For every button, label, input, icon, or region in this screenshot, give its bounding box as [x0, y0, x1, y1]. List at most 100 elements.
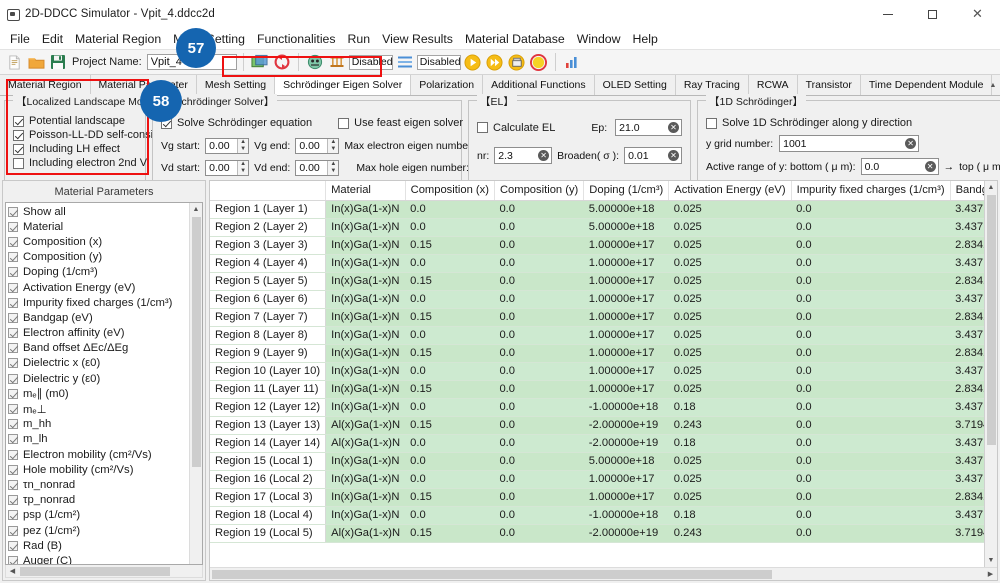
table-row-header[interactable]: Region 9 (Layer 9) — [210, 344, 327, 363]
table-row-header[interactable]: Region 8 (Layer 8) — [210, 326, 327, 345]
table-cell[interactable]: Al(x)Ga(1-x)N — [325, 416, 406, 435]
table-cell[interactable]: 0.025 — [668, 380, 792, 399]
table-column-header[interactable]: Composition (x) — [405, 181, 495, 201]
tab-time-dependent-module[interactable]: Time Dependent Module — [860, 75, 993, 95]
layers-icon[interactable] — [327, 52, 347, 72]
tab-scroll-up-icon[interactable]: ▲ — [988, 77, 998, 93]
table-cell[interactable]: 0.0 — [494, 434, 584, 453]
table-row[interactable]: Region 13 (Layer 13) Al(x)Ga(1-x)N 0.15 0.0… — [210, 416, 984, 435]
table-cell[interactable]: 2.83415 — [950, 488, 984, 507]
table-column-header[interactable]: Material — [325, 181, 406, 201]
table-cell[interactable]: 1.00000e+17 — [583, 254, 669, 273]
material-parameter-item[interactable]: pez (1/cm²) — [8, 523, 189, 538]
table-row-header[interactable]: Region 18 (Local 4) — [210, 506, 327, 525]
tab-mesh-setting[interactable]: Mesh Setting — [196, 75, 276, 95]
material-parameter-item[interactable]: Dielectric y (ε0) — [8, 371, 189, 386]
table-cell[interactable]: 0.0 — [791, 254, 951, 273]
table-cell[interactable]: 0.025 — [668, 326, 792, 345]
run-icon[interactable] — [463, 52, 483, 72]
table-cell[interactable]: 0.0 — [405, 452, 495, 471]
table-cell[interactable]: 0.0 — [791, 308, 951, 327]
table-cell[interactable]: 2.83415 — [950, 380, 984, 399]
table-cell[interactable]: 3.437 — [950, 326, 984, 345]
minimize-button[interactable] — [865, 0, 910, 28]
material-parameters-vertical-scrollbar[interactable]: ▲ — [189, 203, 202, 564]
table-viewport[interactable]: Material Composition (x) Composition (y) Do… — [210, 181, 984, 567]
table-cell[interactable]: In(x)Ga(1-x)N — [325, 200, 406, 219]
table-cell[interactable]: 0.0 — [494, 470, 584, 489]
table-row-header[interactable]: Region 19 (Local 5) — [210, 524, 327, 543]
menu-item-material-region[interactable]: Material Region — [69, 30, 167, 48]
table-row-header[interactable]: Region 13 (Layer 13) — [210, 416, 327, 435]
table-cell[interactable]: 0.0 — [791, 488, 951, 507]
table-cell[interactable]: -1.00000e+18 — [583, 506, 669, 525]
table-cell[interactable]: In(x)Ga(1-x)N — [325, 398, 406, 417]
material-parameter-item[interactable]: Material — [8, 219, 189, 234]
clear-icon[interactable]: ✕ — [668, 122, 679, 133]
table-cell[interactable]: 0.15 — [405, 344, 495, 363]
table-cell[interactable]: 0.0 — [405, 398, 495, 417]
table-cell[interactable]: 1.00000e+17 — [583, 362, 669, 381]
scroll-right-icon[interactable]: ▶ — [984, 568, 997, 581]
menu-item-file[interactable]: File — [4, 30, 36, 48]
table-cell[interactable]: 0.0 — [791, 434, 951, 453]
table-cell[interactable]: 0.0 — [791, 218, 951, 237]
table-cell[interactable]: 1.00000e+17 — [583, 326, 669, 345]
table-cell[interactable]: 2.83415 — [950, 308, 984, 327]
table-cell[interactable]: 3.437 — [950, 434, 984, 453]
table-row[interactable]: Region 11 (Layer 11) In(x)Ga(1-x)N 0.15 0.0… — [210, 380, 984, 399]
material-parameter-item[interactable]: psp (1/cm²) — [8, 508, 189, 523]
table-cell[interactable]: 0.0 — [791, 380, 951, 399]
table-cell[interactable]: 0.15 — [405, 308, 495, 327]
table-cell[interactable]: 2.83415 — [950, 344, 984, 363]
material-parameter-item[interactable]: Dielectric x (ε0) — [8, 356, 189, 371]
table-row-header[interactable]: Region 11 (Layer 11) — [210, 380, 327, 399]
table-cell[interactable]: In(x)Ga(1-x)N — [325, 290, 406, 309]
checkbox-solve-schrodinger[interactable]: Solve Schrödinger equation — [161, 117, 312, 129]
clear-icon[interactable]: ✕ — [905, 138, 917, 149]
table-row[interactable]: Region 4 (Layer 4) In(x)Ga(1-x)N 0.0 0.0 1.0… — [210, 254, 984, 273]
table-cell[interactable]: 0.0 — [494, 344, 584, 363]
checkbox-use-feast-eigen-solver[interactable]: Use feast eigen solver — [338, 117, 463, 129]
table-cell[interactable]: 0.0 — [791, 524, 951, 543]
table-cell[interactable]: 0.0 — [405, 434, 495, 453]
broaden-field[interactable]: 0.01 ✕ — [624, 147, 682, 164]
table-cell[interactable]: 0.025 — [668, 344, 792, 363]
material-parameter-item[interactable]: Rad (B) — [8, 538, 189, 553]
table-cell[interactable]: 1.00000e+17 — [583, 236, 669, 255]
material-parameter-item[interactable]: Composition (x) — [8, 234, 189, 249]
table-cell[interactable]: 0.0 — [494, 524, 584, 543]
table-cell[interactable]: 1.00000e+17 — [583, 272, 669, 291]
save-disk-icon[interactable] — [48, 52, 68, 72]
table-cell[interactable]: 0.243 — [668, 524, 792, 543]
table-cell[interactable]: 3.437 — [950, 254, 984, 273]
table-cell[interactable]: 0.0 — [494, 416, 584, 435]
menu-item-functionalities[interactable]: Functionalities — [251, 30, 342, 48]
table-row[interactable]: Region 10 (Layer 10) In(x)Ga(1-x)N 0.0 0.0 1… — [210, 362, 984, 381]
checkbox-poisson-ll-dd[interactable]: Poisson-LL-DD self-consistent — [13, 129, 177, 141]
tab-material-region[interactable]: Material Region — [0, 75, 91, 95]
material-parameter-item[interactable]: Band offset ΔEc/ΔEg — [8, 341, 189, 356]
material-parameter-item[interactable]: Activation Energy (eV) — [8, 280, 189, 295]
table-cell[interactable]: 1.00000e+17 — [583, 344, 669, 363]
table-cell[interactable]: 1.00000e+17 — [583, 470, 669, 489]
checkbox-potential-landscape[interactable]: Potential landscape — [13, 115, 137, 127]
table-cell[interactable]: In(x)Ga(1-x)N — [325, 362, 406, 381]
checkbox-including-lh-effect[interactable]: Including LH effect — [13, 143, 137, 155]
table-row[interactable]: Region 18 (Local 4) In(x)Ga(1-x)N 0.0 0.0 -1… — [210, 506, 984, 525]
table-cell[interactable]: 0.15 — [405, 380, 495, 399]
table-row[interactable]: Region 14 (Layer 14) Al(x)Ga(1-x)N 0.0 0.0-… — [210, 434, 984, 453]
table-cell[interactable]: 0.0 — [791, 362, 951, 381]
table-cell[interactable]: -2.00000e+19 — [583, 416, 669, 435]
material-region-table[interactable]: Material Composition (x) Composition (y) Do… — [210, 181, 984, 543]
table-row-header[interactable]: Region 14 (Layer 14) — [210, 434, 327, 453]
table-cell[interactable]: -2.00000e+19 — [583, 524, 669, 543]
table-cell[interactable]: 0.15 — [405, 416, 495, 435]
table-cell[interactable]: 0.0 — [791, 398, 951, 417]
table-cell[interactable]: 0.0 — [791, 416, 951, 435]
table-cell[interactable]: 0.0 — [494, 272, 584, 291]
run-batch-icon[interactable] — [507, 52, 527, 72]
table-cell[interactable]: 0.18 — [668, 506, 792, 525]
tab-ray-tracing[interactable]: Ray Tracing — [675, 75, 749, 95]
scrollbar-thumb[interactable] — [192, 217, 201, 467]
